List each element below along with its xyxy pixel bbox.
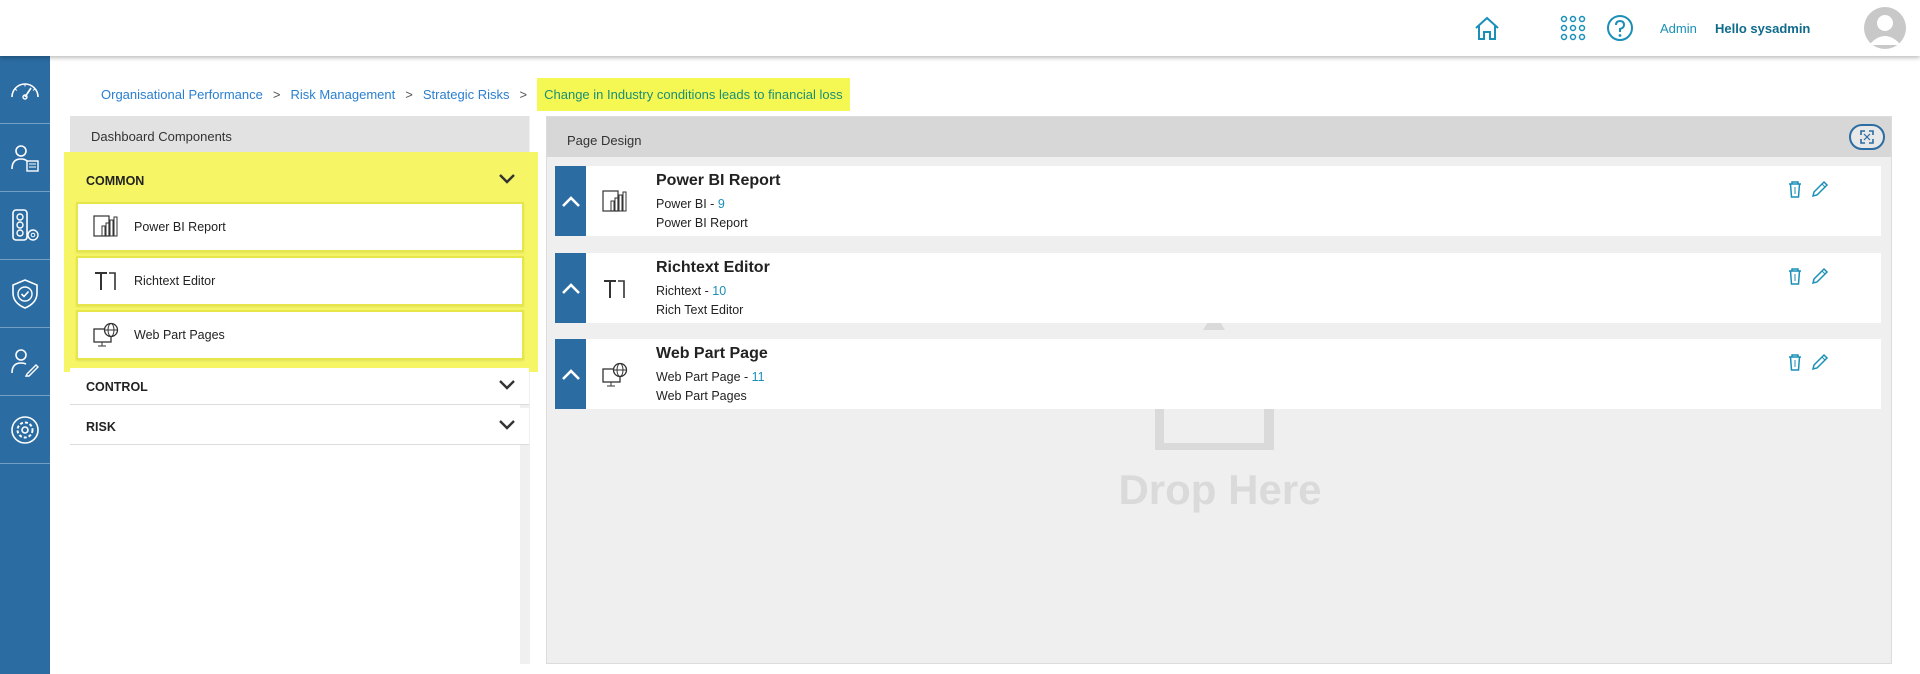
sidebar-item-compliance[interactable] bbox=[0, 260, 50, 328]
richtext-icon bbox=[599, 273, 631, 305]
collapse-button[interactable] bbox=[555, 166, 586, 236]
card-subtitle: Web Part Page - 11 bbox=[656, 370, 765, 384]
drop-here-text: Drop Here bbox=[1118, 466, 1322, 513]
richtext-icon bbox=[78, 270, 134, 292]
card-subtitle-prefix: Richtext - bbox=[656, 284, 713, 298]
breadcrumb-separator: > bbox=[519, 87, 528, 102]
component-label: Web Part Pages bbox=[134, 328, 225, 342]
avatar[interactable] bbox=[1864, 7, 1906, 49]
top-bar: Admin Hello sysadmin bbox=[0, 0, 1920, 56]
design-card-richtext: Richtext Editor Richtext - 10 Rich Text … bbox=[555, 253, 1881, 323]
card-id: 10 bbox=[712, 284, 727, 298]
card-id: 11 bbox=[751, 370, 765, 384]
home-icon[interactable] bbox=[1471, 12, 1503, 44]
chevron-up-icon bbox=[561, 196, 580, 207]
delete-icon[interactable] bbox=[1785, 265, 1805, 287]
collapse-button[interactable] bbox=[555, 339, 586, 409]
panel-title: Page Design bbox=[547, 117, 1891, 157]
help-icon[interactable] bbox=[1604, 12, 1636, 44]
component-richtext-editor[interactable]: Richtext Editor bbox=[76, 256, 524, 306]
edit-icon[interactable] bbox=[1810, 351, 1830, 373]
card-description: Web Part Pages bbox=[656, 389, 747, 403]
apps-grid-icon[interactable] bbox=[1557, 12, 1589, 44]
sidebar-item-users[interactable] bbox=[0, 124, 50, 192]
breadcrumb-separator: > bbox=[405, 87, 413, 102]
breadcrumb-separator: > bbox=[272, 87, 281, 102]
chevron-up-icon bbox=[561, 369, 580, 380]
edit-icon[interactable] bbox=[1810, 178, 1830, 200]
card-id: 9 bbox=[717, 197, 725, 211]
card-subtitle: Power BI - 9 bbox=[656, 197, 725, 211]
card-description: Rich Text Editor bbox=[656, 303, 744, 317]
collapse-button[interactable] bbox=[555, 253, 586, 323]
settings-gear-icon bbox=[11, 415, 39, 444]
design-card-powerbi: Power BI Report Power BI - 9 Power BI Re… bbox=[555, 166, 1881, 236]
sidebar-item-profile[interactable] bbox=[0, 328, 50, 396]
breadcrumb-item[interactable]: Organisational Performance bbox=[101, 87, 263, 102]
breadcrumb-current: Change in Industry conditions leads to f… bbox=[537, 78, 850, 111]
user-document-icon bbox=[11, 144, 39, 172]
breadcrumb-item[interactable]: Risk Management bbox=[290, 87, 395, 102]
card-subtitle: Richtext - 10 bbox=[656, 284, 726, 298]
breadcrumb-item[interactable]: Strategic Risks bbox=[423, 87, 510, 102]
chevron-down-icon bbox=[499, 174, 515, 184]
admin-link[interactable]: Admin bbox=[1660, 21, 1697, 36]
edit-icon[interactable] bbox=[1810, 265, 1830, 287]
component-label: Power BI Report bbox=[134, 220, 226, 234]
chevron-down-icon bbox=[499, 420, 515, 430]
component-label: Richtext Editor bbox=[134, 274, 216, 288]
web-part-icon bbox=[78, 322, 134, 348]
traffic-light-settings-icon bbox=[12, 208, 39, 241]
component-web-part-pages[interactable]: Web Part Pages bbox=[76, 310, 524, 360]
panel-title: Dashboard Components bbox=[70, 116, 529, 152]
powerbi-icon bbox=[599, 186, 631, 218]
expand-icon[interactable] bbox=[1849, 124, 1885, 150]
chevron-up-icon bbox=[561, 283, 580, 294]
shield-check-icon bbox=[12, 278, 38, 309]
section-common-header[interactable]: COMMON bbox=[70, 162, 529, 199]
component-powerbi-report[interactable]: Power BI Report bbox=[76, 202, 524, 252]
breadcrumb: Organisational Performance > Risk Manage… bbox=[101, 78, 850, 111]
sidebar-item-risk[interactable] bbox=[0, 192, 50, 260]
card-title: Richtext Editor bbox=[656, 259, 770, 276]
user-edit-icon bbox=[11, 348, 39, 377]
card-title: Power BI Report bbox=[656, 172, 781, 189]
card-subtitle-prefix: Web Part Page - bbox=[656, 370, 752, 384]
card-description: Power BI Report bbox=[656, 216, 748, 230]
card-title: Web Part Page bbox=[656, 345, 768, 362]
delete-icon[interactable] bbox=[1785, 178, 1805, 200]
design-card-webpart: Web Part Page Web Part Page - 11 Web Par… bbox=[555, 339, 1881, 409]
section-label: RISK bbox=[86, 420, 116, 434]
section-label: CONTROL bbox=[86, 380, 148, 394]
section-label: COMMON bbox=[86, 174, 145, 188]
delete-icon[interactable] bbox=[1785, 351, 1805, 373]
card-subtitle-prefix: Power BI - bbox=[656, 197, 718, 211]
web-part-icon bbox=[599, 359, 631, 391]
sidebar bbox=[0, 56, 50, 674]
sidebar-item-settings[interactable] bbox=[0, 396, 50, 464]
section-control-header[interactable]: CONTROL bbox=[70, 368, 529, 405]
powerbi-icon bbox=[78, 214, 134, 240]
sidebar-item-dashboard[interactable] bbox=[0, 56, 50, 124]
chevron-down-icon bbox=[499, 380, 515, 390]
user-greeting[interactable]: Hello sysadmin bbox=[1715, 21, 1810, 36]
section-risk-header[interactable]: RISK bbox=[70, 408, 529, 445]
dashboard-gauge-icon bbox=[11, 82, 39, 100]
